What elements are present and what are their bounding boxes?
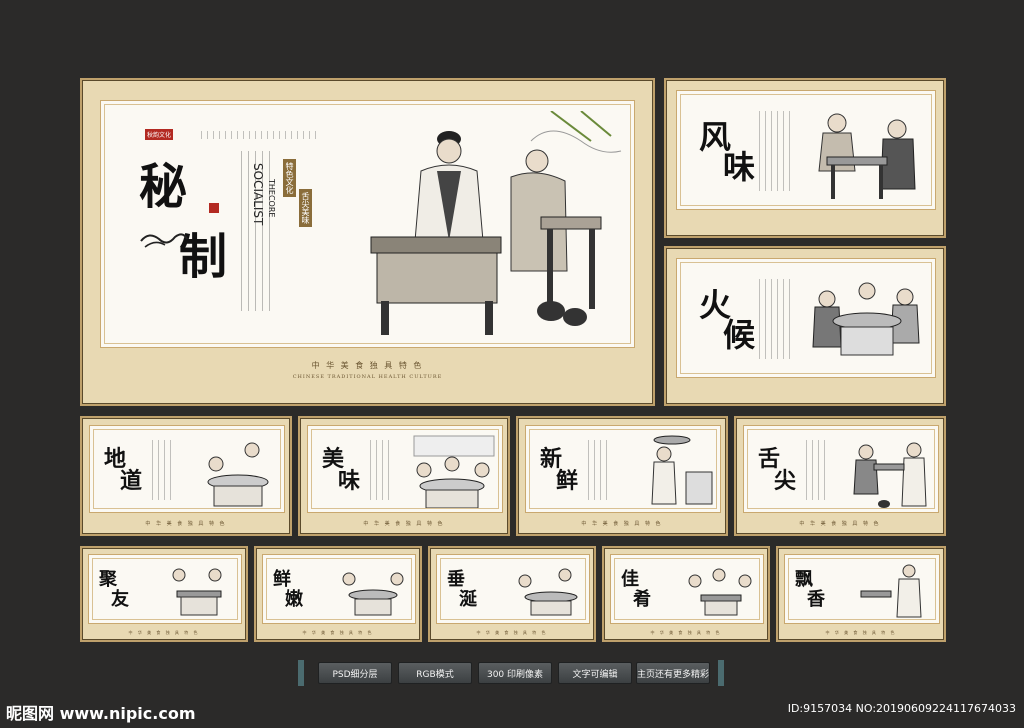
side-poster-2-paper: 火 候 — [676, 258, 936, 378]
main-badge-column: 特色文化 — [283, 159, 296, 197]
chefs-illustration — [370, 111, 622, 335]
main-badge-3: 舌尖美味 — [301, 192, 310, 224]
more-content-button[interactable]: 主页还有更多精彩 — [636, 662, 710, 684]
bottom-2-footer: 中 华 美 食 独 具 特 色 — [302, 630, 374, 635]
image-id-watermark: ID:9157034 NO:20190609224117674033 — [787, 702, 1016, 715]
row-poster-2: 美 味 中 华 美 食 独 具 特 色 — [298, 416, 510, 536]
bottom-4-char-1: 佳 — [621, 569, 639, 590]
side-poster-1-paper: 风 味 — [676, 90, 936, 210]
row-4-paper: 舌 尖 — [743, 425, 939, 513]
bottom-4-paper: 佳 肴 — [610, 554, 764, 624]
row-poster-1: 地 道 中 华 美 食 独 具 特 色 — [80, 416, 292, 536]
bottom-2-char-1: 鲜 — [273, 569, 291, 590]
bottom-2-char-2: 嫩 — [285, 589, 303, 610]
bottom-1-footer: 中 华 美 食 独 具 特 色 — [128, 630, 200, 635]
bottom-poster-4: 佳 肴 中 华 美 食 独 具 特 色 — [602, 546, 770, 642]
row-2-illustration — [413, 435, 495, 509]
bottom-3-footer: 中 华 美 食 独 具 特 色 — [476, 630, 548, 635]
main-title-char-1: 秘 — [139, 159, 188, 215]
row-4-char-1: 舌 — [758, 446, 781, 472]
row-1-char-2: 道 — [120, 468, 143, 494]
bottom-3-char-1: 垂 — [447, 569, 465, 590]
row-2-char-1: 美 — [322, 446, 345, 472]
row-1-char-1: 地 — [104, 446, 127, 472]
side-1-text — [759, 111, 795, 191]
diners-illustration — [818, 113, 916, 199]
bottom-1-illustration — [172, 568, 222, 616]
bottom-poster-2: 鲜 嫩 中 华 美 食 独 具 特 色 — [254, 546, 422, 642]
side-2-text — [759, 279, 795, 359]
bottom-4-footer: 中 华 美 食 独 具 特 色 — [650, 630, 722, 635]
button-bar-left-edge — [298, 660, 304, 686]
row-3-text — [588, 440, 612, 500]
row-1-illustration — [207, 442, 269, 507]
main-red-seal — [209, 203, 219, 213]
main-badge-2: 特色文化 — [285, 162, 294, 194]
row-poster-3: 新 鲜 中 华 美 食 独 具 特 色 — [516, 416, 728, 536]
row-3-illustration — [651, 435, 713, 505]
row-2-footer: 中 华 美 食 独 具 特 色 — [363, 521, 445, 527]
main-poster: 秋韵文化 秘 制 SOCIALIST THECORE 特色文化 舌尖美味 中 华… — [80, 78, 655, 406]
bottom-2-illustration — [342, 572, 404, 616]
side-poster-1: 风 味 — [664, 78, 946, 238]
row-3-footer: 中 华 美 食 独 具 特 色 — [581, 521, 663, 527]
bottom-3-paper: 垂 涎 — [436, 554, 590, 624]
bottom-5-char-1: 飘 — [795, 569, 813, 590]
button-bar-right-edge — [718, 660, 724, 686]
bottom-1-char-1: 聚 — [99, 569, 117, 590]
row-2-paper: 美 味 — [307, 425, 503, 513]
bottom-1-char-2: 友 — [111, 589, 129, 610]
rgb-mode-button[interactable]: RGB模式 — [398, 662, 472, 684]
side-2-char-2: 候 — [723, 316, 756, 354]
bottom-3-illustration — [518, 568, 578, 616]
bottom-poster-3: 垂 涎 中 华 美 食 独 具 特 色 — [428, 546, 596, 642]
bottom-5-char-2: 香 — [807, 589, 825, 610]
row-3-char-1: 新 — [540, 446, 563, 472]
editable-text-button[interactable]: 文字可编辑 — [558, 662, 632, 684]
bottom-2-paper: 鲜 嫩 — [262, 554, 416, 624]
bottom-3-char-2: 涎 — [459, 589, 477, 610]
cloud-swirl-icon — [140, 233, 188, 248]
main-footer: 中 华 美 食 独 具 特 色 — [311, 361, 424, 370]
bottom-1-paper: 聚 友 — [88, 554, 242, 624]
main-vertical-poem — [241, 151, 275, 311]
bottom-5-footer: 中 华 美 食 独 具 特 色 — [825, 630, 897, 635]
main-footer-en: CHINESE TRADITIONAL HEALTH CULTURE — [292, 374, 443, 380]
row-1-paper: 地 道 — [89, 425, 285, 513]
row-poster-4: 舌 尖 中 华 美 食 独 具 特 色 — [734, 416, 946, 536]
row-2-char-2: 味 — [338, 468, 361, 494]
row-3-char-2: 鲜 — [556, 468, 579, 494]
row-1-text — [152, 440, 176, 500]
site-watermark: 昵图网 www.nipic.com — [6, 704, 196, 723]
side-1-char-2: 味 — [723, 148, 756, 186]
row-3-paper: 新 鲜 — [525, 425, 721, 513]
print-resolution-button[interactable]: 300 印刷像素 — [478, 662, 552, 684]
side-poster-2: 火 候 — [664, 246, 946, 406]
main-poster-paper: 秋韵文化 秘 制 SOCIALIST THECORE 特色文化 舌尖美味 — [100, 100, 635, 348]
row-1-footer: 中 华 美 食 独 具 特 色 — [145, 521, 227, 527]
main-badge-1: 秋韵文化 — [145, 129, 174, 140]
row-2-text — [370, 440, 394, 500]
row-4-char-2: 尖 — [774, 468, 797, 494]
bottom-5-illustration — [860, 564, 922, 618]
bottom-5-paper: 飘 香 — [784, 554, 940, 624]
bottom-4-char-2: 肴 — [633, 589, 651, 610]
bottom-poster-1: 聚 友 中 华 美 食 独 具 特 色 — [80, 546, 248, 642]
group-dining-illustration — [812, 282, 920, 356]
psd-layers-button[interactable]: PSD细分层 — [318, 662, 392, 684]
bottom-4-illustration — [688, 568, 752, 616]
main-badge-column-2: 舌尖美味 — [299, 189, 312, 227]
row-4-text — [806, 440, 830, 500]
bottom-poster-5: 飘 香 中 华 美 食 独 具 特 色 — [776, 546, 946, 642]
main-header-text-lines — [201, 131, 321, 139]
row-4-illustration — [853, 442, 927, 508]
row-4-footer: 中 华 美 食 独 具 特 色 — [799, 521, 881, 527]
